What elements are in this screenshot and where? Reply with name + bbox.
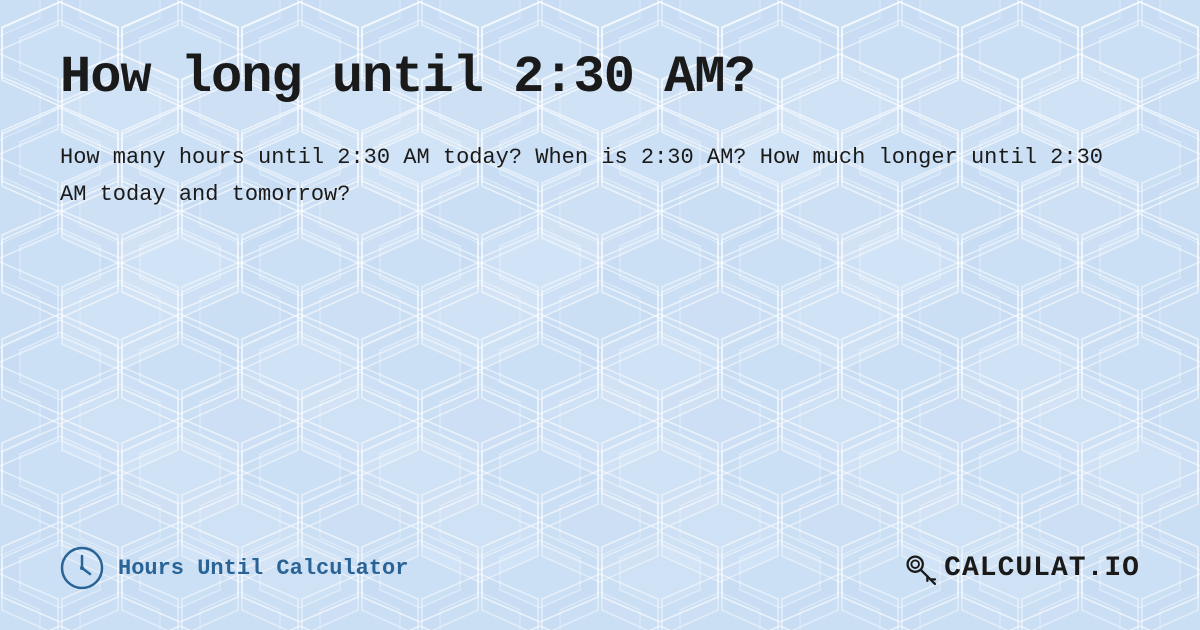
page-description: How many hours until 2:30 AM today? When… [60, 139, 1140, 214]
footer: Hours Until Calculator CALCULAT.IO [60, 546, 1140, 590]
logo-text: CALCULAT.IO [944, 553, 1140, 584]
main-content: How long until 2:30 AM? How many hours u… [60, 48, 1140, 214]
hours-calculator-label: Hours Until Calculator [118, 556, 408, 581]
calculat-logo: CALCULAT.IO [900, 549, 1140, 587]
page-title: How long until 2:30 AM? [60, 48, 1140, 107]
hours-calculator-brand: Hours Until Calculator [60, 546, 408, 590]
logo-hand-icon [900, 549, 938, 587]
clock-icon [60, 546, 104, 590]
